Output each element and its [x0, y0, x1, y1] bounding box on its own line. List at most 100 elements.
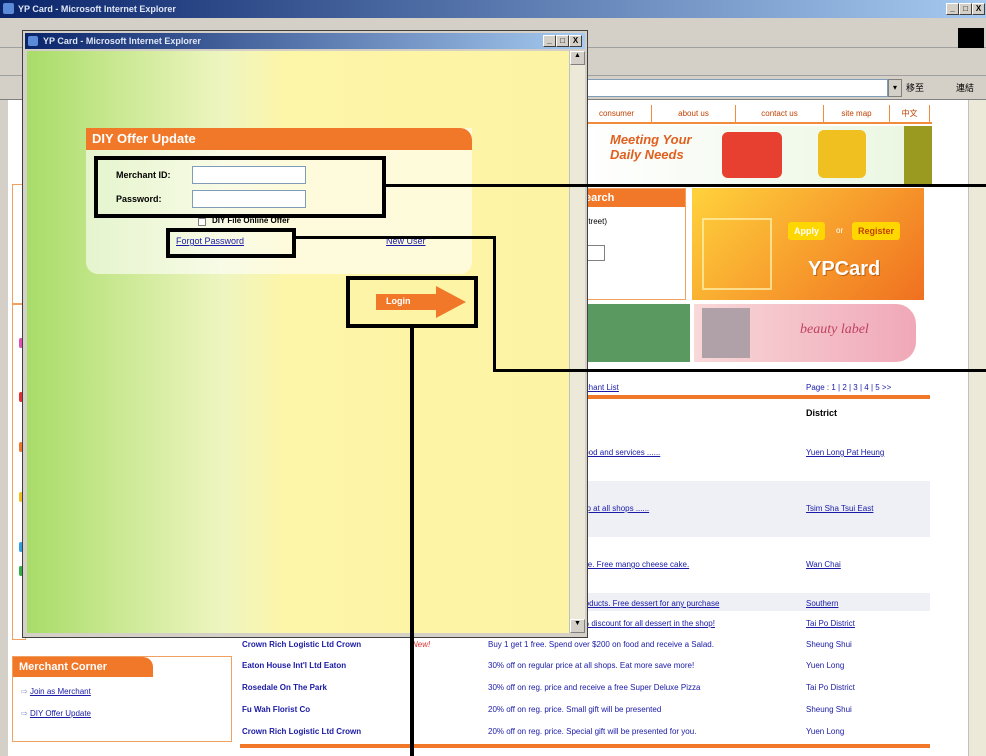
links-label: 連結 [956, 83, 975, 93]
remember-checkbox[interactable] [198, 218, 206, 226]
offer-link[interactable]: 30% off on regular price at all shops. E… [488, 661, 694, 670]
maximize-button[interactable]: □ [959, 3, 972, 15]
banner-product-image [722, 132, 782, 178]
nav-chinese[interactable]: 中文 [890, 105, 930, 123]
outer-title-bar: YP Card - Microsoft Internet Explorer _ … [0, 0, 986, 18]
district-link[interactable]: Sheung Shui [806, 705, 852, 714]
district-link[interactable]: Tai Po District [806, 683, 855, 692]
address-dropdown-button[interactable]: ▾ [888, 79, 902, 97]
callout-box-login [346, 276, 478, 328]
table-row: Rosedale On The Park 30% off on reg. pri… [240, 683, 930, 701]
arrow-icon: ⇨ [21, 709, 30, 718]
offer-link[interactable]: food and services ...... [582, 448, 660, 457]
offer-link[interactable]: 20% off on reg. price. Small gift will b… [488, 705, 661, 714]
district-link[interactable]: Yuen Long Pat Heung [806, 448, 884, 457]
popup-close-button[interactable]: X [569, 35, 582, 47]
address-input[interactable] [586, 79, 888, 97]
offer-link[interactable]: 20% off on reg. price. Special gift will… [488, 727, 696, 736]
nav-about-us[interactable]: about us [652, 105, 736, 123]
beauty-banner: beauty label [694, 304, 916, 362]
district-link[interactable]: Southern [806, 599, 838, 608]
popup-window-title: YP Card - Microsoft Internet Explorer [43, 36, 201, 46]
pagination[interactable]: Page : 1 | 2 | 3 | 4 | 5 >> [806, 383, 891, 392]
district-link[interactable]: Tai Po District [806, 619, 855, 628]
merchant-link[interactable]: Fu Wah Florist Co [242, 705, 310, 714]
search-panel: earch Street) [582, 188, 686, 300]
callout-box-forgot [166, 228, 296, 258]
gift-icon [702, 218, 772, 290]
district-link[interactable]: Wan Chai [806, 560, 841, 569]
ie-icon [28, 36, 38, 46]
district-link[interactable]: Yuen Long [806, 661, 844, 670]
callout-line [493, 369, 986, 372]
popup-maximize-button[interactable]: □ [556, 35, 569, 47]
windows-flag-icon [958, 28, 984, 48]
callout-box-credentials [94, 156, 386, 218]
banner-product-image-2 [818, 130, 866, 178]
table-top-rule [582, 395, 930, 399]
nav-site-map[interactable]: site map [824, 105, 890, 123]
offer-link[interactable]: Buy 1 get 1 free. Spend over $200 on foo… [488, 640, 714, 649]
merchant-corner-item[interactable]: ⇨ Join as Merchant [21, 687, 91, 696]
merchant-link[interactable]: Crown Rich Logistic Ltd Crown [242, 640, 361, 649]
nav-contact-us[interactable]: contact us [736, 105, 824, 123]
search-label: Street) [583, 217, 608, 226]
banner-green-block [904, 126, 932, 184]
minimize-button[interactable]: _ [946, 3, 959, 15]
cosmetics-image [702, 308, 750, 358]
district-link[interactable]: Sheung Shui [806, 640, 852, 649]
nav-consumer[interactable]: consumer [582, 105, 652, 123]
offer-link[interactable]: op at all shops ...... [582, 504, 649, 513]
district-link[interactable]: Yuen Long [806, 727, 844, 736]
outer-window-title: YP Card - Microsoft Internet Explorer [18, 4, 176, 14]
merchant-corner-title: Merchant Corner [13, 657, 153, 677]
banner-text: Meeting Your Daily Needs [610, 132, 692, 162]
left-edge [0, 100, 8, 756]
table-row: Crown Rich Logistic Ltd Crown 20% off on… [240, 727, 930, 745]
merchant-corner: Merchant Corner ⇨ Join as Merchant ⇨ DIY… [12, 656, 232, 742]
merchant-link[interactable]: Rosedale On The Park [242, 683, 327, 692]
vertical-scrollbar[interactable] [968, 100, 986, 756]
new-badge: New! [412, 640, 431, 649]
site-banner: Meeting Your Daily Needs [582, 126, 932, 184]
ie-icon [3, 3, 14, 14]
close-button[interactable]: X [972, 3, 985, 15]
arrow-icon: ⇨ [21, 687, 30, 696]
register-button[interactable]: Register [852, 222, 901, 240]
popup-window: YP Card - Microsoft Internet Explorer _ … [22, 30, 588, 638]
go-button[interactable]: 移至 [906, 81, 924, 94]
merchant-link[interactable]: Eaton House Int'l Ltd Eaton [242, 661, 346, 670]
popup-scrollbar[interactable]: ▲ ▼ [569, 51, 585, 633]
join-merchant-link: Join as Merchant [29, 687, 91, 696]
popup-minimize-button[interactable]: _ [543, 35, 556, 47]
scroll-down-icon[interactable]: ▼ [570, 619, 585, 633]
callout-line [493, 236, 496, 372]
offer-link[interactable]: 30% off on reg. price and receive a free… [488, 683, 700, 692]
diy-panel-title: DIY Offer Update [86, 128, 472, 150]
district-link[interactable]: Tsim Sha Tsui East [806, 504, 873, 513]
green-banner [582, 304, 690, 362]
table-bottom-rule [240, 744, 930, 748]
ypcard-banner: Apply or Register YPCard [692, 188, 924, 300]
table-row: Crown Rich Logistic Ltd Crown New! Buy 1… [240, 640, 930, 658]
table-row: Eaton House Int'l Ltd Eaton 30% off on r… [240, 661, 930, 679]
go-label: 移至 [906, 83, 925, 93]
popup-title-bar: YP Card - Microsoft Internet Explorer _ … [25, 33, 585, 49]
links-button[interactable]: 連結 [956, 81, 974, 94]
callout-line [410, 328, 414, 756]
offer-link[interactable]: ice. Free mango cheese cake. [582, 560, 689, 569]
or-label: or [836, 226, 844, 235]
callout-line [296, 236, 496, 239]
offer-link[interactable]: roducts. Free dessert for any purchase [582, 599, 719, 608]
merchant-link[interactable]: Crown Rich Logistic Ltd Crown [242, 727, 361, 736]
callout-line [386, 184, 986, 187]
table-row: Fu Wah Florist Co 20% off on reg. price.… [240, 705, 930, 723]
search-heading: earch [583, 189, 685, 207]
scroll-up-icon[interactable]: ▲ [570, 51, 585, 65]
apply-button[interactable]: Apply [788, 222, 826, 240]
district-header: District [806, 408, 838, 418]
beauty-label: beauty label [800, 322, 869, 337]
ypcard-brand: YPCard [808, 258, 881, 280]
offer-link[interactable]: % discount for all dessert in the shop! [582, 619, 715, 628]
merchant-corner-item[interactable]: ⇨ DIY Offer Update [21, 709, 91, 718]
